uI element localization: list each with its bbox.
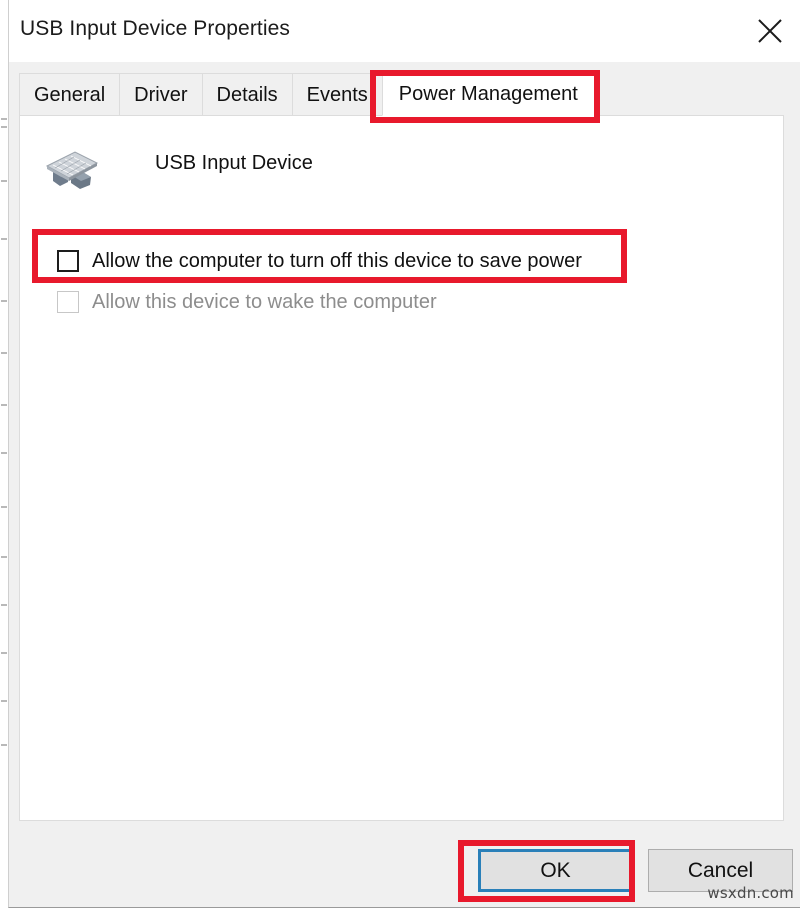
cancel-button-label: Cancel — [687, 858, 754, 882]
dialog-titlebar: USB Input Device Properties — [9, 0, 800, 62]
watermark-text: wsxdn.com — [707, 884, 794, 902]
tab-power-management[interactable]: Power Management — [381, 73, 595, 116]
screenshot-canvas: USB Input Device Properties General Driv… — [0, 0, 800, 910]
device-name-label: USB Input Device — [155, 152, 313, 174]
turn-off-device-checkbox[interactable] — [57, 250, 79, 272]
ok-button-label: OK — [540, 858, 571, 882]
tab-strip: General Driver Details Events Power Mana… — [9, 62, 800, 116]
tab-power-management-label: Power Management — [398, 83, 578, 105]
tab-driver[interactable]: Driver — [119, 73, 203, 116]
turn-off-device-checkbox-row[interactable]: Allow the computer to turn off this devi… — [57, 247, 582, 275]
properties-dialog: USB Input Device Properties General Driv… — [8, 0, 800, 908]
turn-off-device-label: Allow the computer to turn off this devi… — [92, 249, 582, 272]
tab-content-panel: USB Input Device Allow the computer to t… — [19, 115, 784, 821]
tab-events-label: Events — [306, 83, 368, 106]
wake-computer-checkbox-row: Allow this device to wake the computer — [57, 288, 437, 316]
ok-button[interactable]: OK — [478, 849, 633, 892]
tab-general[interactable]: General — [19, 73, 121, 116]
background-page-sliver — [0, 0, 8, 910]
wake-computer-label: Allow this device to wake the computer — [92, 290, 437, 313]
tab-details-label: Details — [216, 83, 278, 106]
tab-driver-label: Driver — [134, 83, 188, 106]
wake-computer-checkbox — [57, 291, 79, 313]
usb-input-device-icon — [41, 142, 103, 194]
tab-events[interactable]: Events — [291, 73, 383, 116]
tab-details[interactable]: Details — [201, 73, 293, 116]
close-button[interactable] — [739, 0, 800, 62]
dialog-title: USB Input Device Properties — [20, 17, 290, 40]
tab-general-label: General — [34, 83, 106, 106]
